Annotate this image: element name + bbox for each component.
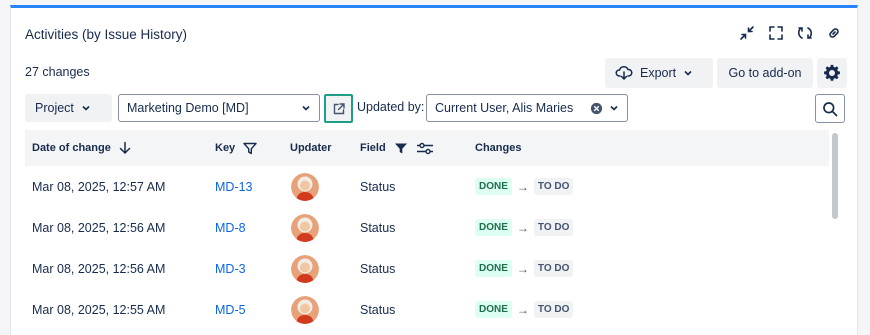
arrow-right-icon: → (516, 179, 529, 194)
panel-header-actions (738, 24, 843, 42)
row-date: Mar 08, 2025, 12:56 AM (32, 220, 166, 235)
column-key[interactable]: Key (215, 130, 257, 166)
row-issue-key-link[interactable]: MD-13 (215, 166, 253, 207)
column-changes: Changes (475, 130, 521, 166)
column-field[interactable]: Field (360, 130, 434, 166)
status-from-lozenge: DONE (475, 178, 512, 195)
column-updater: Updater (290, 130, 332, 166)
row-change: DONE → TO DO (475, 289, 574, 330)
export-button[interactable]: Export (605, 58, 713, 88)
status-from-lozenge: DONE (475, 219, 512, 236)
filter-icon[interactable] (243, 142, 257, 155)
table-row[interactable]: Mar 08, 2025, 12:57 AM MD-13 Status DONE… (25, 166, 829, 207)
sort-down-icon[interactable] (119, 141, 131, 155)
updater-avatar-cell (291, 207, 319, 248)
arrow-right-icon: → (516, 220, 529, 235)
status-from-lozenge: DONE (475, 260, 512, 277)
status-to-lozenge: TO DO (533, 260, 574, 277)
row-field: Status (360, 302, 396, 317)
activities-panel: Activities (by Issue History) 27 changes… (10, 5, 858, 335)
row-date: Mar 08, 2025, 12:56 AM (32, 261, 166, 276)
row-field: Status (360, 261, 396, 276)
row-field: Status (360, 179, 396, 194)
row-date: Mar 08, 2025, 12:57 AM (32, 179, 166, 194)
updated-by-label: Updated by: (357, 100, 425, 114)
gear-icon (824, 64, 840, 81)
cloud-download-icon (615, 65, 633, 81)
status-to-lozenge: TO DO (533, 301, 574, 318)
search-button[interactable] (815, 94, 845, 123)
settings-sliders-icon[interactable] (416, 142, 434, 155)
column-date[interactable]: Date of change (32, 130, 131, 166)
chevron-down-icon (82, 105, 90, 111)
chevron-down-icon (684, 70, 692, 76)
table-row[interactable]: Mar 08, 2025, 12:56 AM MD-3 Status DONE … (25, 248, 829, 289)
updater-avatar-cell (291, 289, 319, 330)
filter-active-icon[interactable] (394, 142, 408, 155)
clear-icon[interactable] (590, 102, 603, 115)
column-updater-label: Updater (290, 142, 332, 154)
search-icon (823, 101, 838, 116)
arrow-right-icon: → (516, 302, 529, 317)
go-to-addon-button[interactable]: Go to add-on (717, 58, 813, 88)
project-select[interactable]: Marketing Demo [MD] (118, 94, 320, 122)
export-label: Export (640, 66, 677, 80)
collapse-icon[interactable] (738, 24, 756, 42)
table-row[interactable]: Mar 08, 2025, 12:55 AM MD-5 Status DONE … (25, 289, 829, 330)
row-change: DONE → TO DO (475, 248, 574, 289)
table-row[interactable]: Mar 08, 2025, 12:56 AM MD-8 Status DONE … (25, 207, 829, 248)
settings-button[interactable] (817, 58, 847, 88)
table-header: Date of change Key Updater Field Changes (25, 130, 829, 166)
row-field: Status (360, 220, 396, 235)
changes-count: 27 changes (25, 65, 90, 79)
project-filter-button[interactable]: Project (25, 94, 112, 122)
panel-title: Activities (by Issue History) (25, 27, 188, 42)
avatar[interactable] (291, 213, 319, 242)
row-issue-key-link[interactable]: MD-5 (215, 289, 246, 330)
row-change: DONE → TO DO (475, 207, 574, 248)
refresh-icon[interactable] (796, 24, 814, 42)
status-to-lozenge: TO DO (533, 219, 574, 236)
chevron-down-icon (302, 105, 310, 111)
avatar[interactable] (291, 172, 319, 201)
row-issue-key-link[interactable]: MD-3 (215, 248, 246, 289)
status-from-lozenge: DONE (475, 301, 512, 318)
updated-by-select[interactable]: Current User, Alis Maries (426, 94, 628, 122)
expand-icon[interactable] (767, 24, 785, 42)
external-link-icon (333, 102, 345, 114)
column-field-label: Field (360, 142, 386, 154)
project-select-value: Marketing Demo [MD] (127, 101, 249, 115)
avatar[interactable] (291, 254, 319, 283)
open-external-button[interactable] (324, 94, 353, 123)
project-filter-label: Project (35, 101, 74, 115)
column-changes-label: Changes (475, 142, 522, 154)
chevron-down-icon (610, 105, 618, 111)
column-date-label: Date of change (32, 142, 111, 154)
column-key-label: Key (215, 142, 236, 154)
updater-avatar-cell (291, 248, 319, 289)
updater-avatar-cell (291, 166, 319, 207)
status-to-lozenge: TO DO (533, 178, 574, 195)
updated-by-value: Current User, Alis Maries (435, 101, 574, 115)
table-scrollbar[interactable] (832, 133, 838, 219)
avatar[interactable] (291, 295, 319, 324)
row-issue-key-link[interactable]: MD-8 (215, 207, 246, 248)
arrow-right-icon: → (516, 261, 529, 276)
link-icon[interactable] (825, 24, 843, 42)
row-date: Mar 08, 2025, 12:55 AM (32, 302, 166, 317)
row-change: DONE → TO DO (475, 166, 574, 207)
